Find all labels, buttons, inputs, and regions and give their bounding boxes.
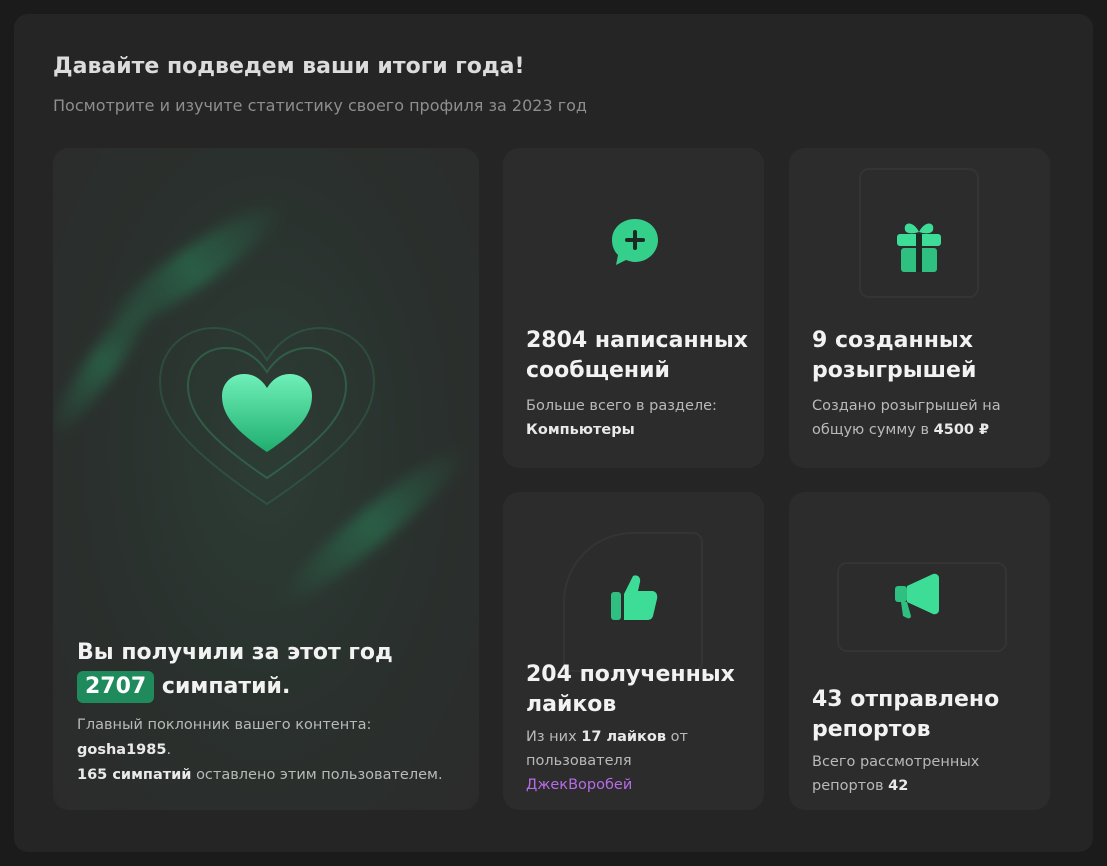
reports-reviewed: 42 (888, 778, 909, 794)
messages-card: 2804 написанных сообщений Больше всего в… (503, 148, 764, 468)
received-likes-card: 204 полученных лайков Из них 17 лайков о… (503, 492, 764, 810)
page-title: Давайте подведем ваши итоги года! (53, 54, 525, 79)
likes-title: Вы получили за этот год 2707 симпатий. (77, 636, 467, 704)
year-summary-panel: Давайте подведем ваши итоги года! Посмот… (14, 14, 1093, 852)
messages-title: 2804 написанных сообщений (526, 328, 748, 383)
decor-streak (53, 280, 167, 446)
heart-icon (156, 326, 378, 516)
received-likes-description: Из них 17 лайков от пользователя ДжекВор… (526, 729, 688, 793)
page-subtitle: Посмотрите и изучите статистику своего п… (53, 96, 587, 115)
giveaways-title: 9 созданных розыгрышей (812, 328, 977, 383)
reports-title: 43 отправлено репортов (812, 687, 1000, 742)
giveaway-amount: 4500 ₽ (933, 422, 990, 438)
chat-plus-icon (609, 216, 661, 272)
gift-icon (893, 218, 945, 278)
user-link[interactable]: ДжекВоробей (526, 777, 632, 793)
thumbs-up-icon (609, 572, 659, 626)
giveaways-card: 9 созданных розыгрышей Создано розыгрыше… (789, 148, 1050, 468)
likes-count-badge: 2707 (77, 671, 155, 703)
likes-card: Вы получили за этот год 2707 симпатий. Г… (53, 148, 479, 810)
megaphone-icon (893, 570, 943, 624)
top-section: Компьютеры (526, 422, 635, 438)
top-fan-username[interactable]: gosha1985 (77, 742, 166, 758)
messages-description: Больше всего в разделе: Компьютеры (526, 398, 717, 438)
giveaways-description: Создано розыгрышей на общую сумму в 4500… (812, 398, 1001, 438)
received-likes-title: 204 полученных лайков (526, 662, 735, 717)
likes-description: Главный поклонник вашего контента: gosha… (77, 717, 443, 783)
reports-card: 43 отправлено репортов Всего рассмотренн… (789, 492, 1050, 810)
reports-description: Всего рассмотренных репортов 42 (812, 754, 980, 794)
